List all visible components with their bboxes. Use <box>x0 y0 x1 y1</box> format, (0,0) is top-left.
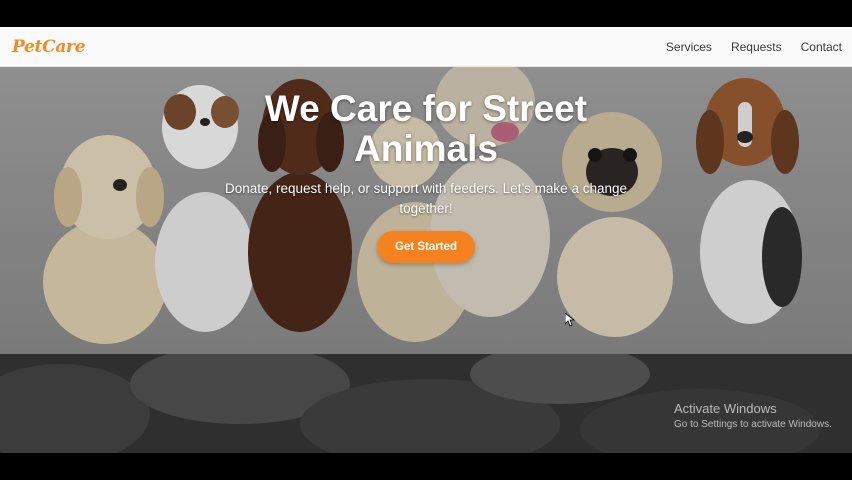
letterbox-bottom <box>0 453 852 480</box>
hero-section: We Care for Street Animals Donate, reque… <box>0 67 852 354</box>
hero-content: We Care for Street Animals Donate, reque… <box>0 89 852 263</box>
nav-link-requests[interactable]: Requests <box>731 40 782 54</box>
letterbox-top <box>0 0 852 27</box>
nav-link-services[interactable]: Services <box>666 40 712 54</box>
nav-link-contact[interactable]: Contact <box>801 40 842 54</box>
navbar: PetCare Services Requests Contact <box>0 27 852 67</box>
cursor-icon <box>565 313 575 327</box>
activate-windows-watermark: Activate Windows Go to Settings to activ… <box>674 401 832 432</box>
hero-subtitle: Donate, request help, or support with fe… <box>225 181 627 216</box>
get-started-button[interactable]: Get Started <box>377 231 475 263</box>
nav-links: Services Requests Contact <box>666 40 842 54</box>
hero-title: We Care for Street Animals <box>264 88 588 169</box>
activate-subtitle: Go to Settings to activate Windows. <box>674 419 832 430</box>
screen: PetCare Services Requests Contact We Car… <box>0 0 852 480</box>
brand-logo[interactable]: PetCare <box>12 37 86 57</box>
activate-title: Activate Windows <box>674 401 777 416</box>
next-section: Activate Windows Go to Settings to activ… <box>0 354 852 453</box>
